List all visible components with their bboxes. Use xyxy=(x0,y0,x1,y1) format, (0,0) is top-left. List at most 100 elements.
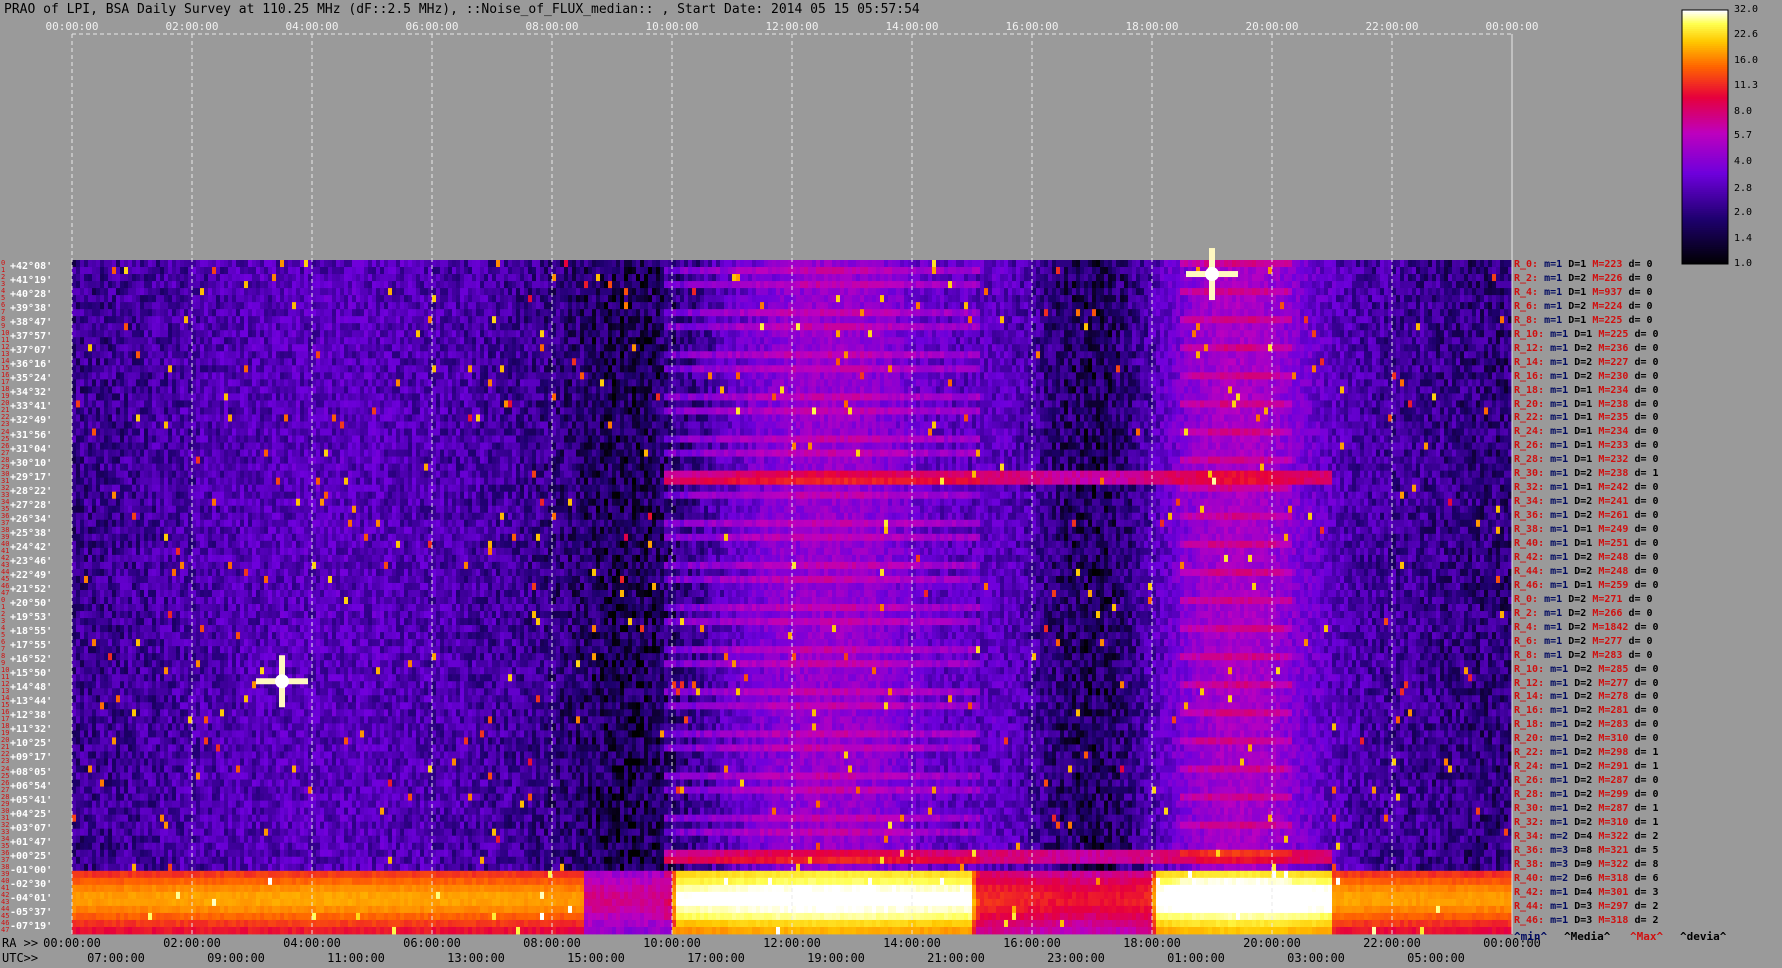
heatmap-cell xyxy=(460,295,465,303)
heatmap-cell xyxy=(604,309,609,317)
heatmap-cell xyxy=(592,274,597,282)
heatmap-cell xyxy=(100,337,105,345)
heatmap-cell xyxy=(1332,330,1337,338)
heatmap-cell xyxy=(1360,330,1365,338)
heatmap-cell xyxy=(632,274,637,282)
heatmap-cell xyxy=(220,288,225,296)
heatmap-cell xyxy=(1396,281,1401,289)
heatmap-cell xyxy=(392,351,397,359)
heatmap-cell xyxy=(920,295,925,303)
heatmap-cell xyxy=(444,267,449,275)
heatmap-cell xyxy=(740,309,745,317)
heatmap-cell xyxy=(768,351,773,359)
heatmap-cell xyxy=(448,316,453,324)
heatmap-cell xyxy=(432,281,437,289)
heatmap-cell xyxy=(1008,351,1013,359)
heatmap-cell xyxy=(1360,302,1365,310)
heatmap-cell xyxy=(1080,260,1085,268)
heatmap-cell xyxy=(212,337,217,345)
heatmap-cell xyxy=(452,302,457,310)
heatmap-cell xyxy=(828,302,833,310)
heatmap-cell xyxy=(288,295,293,303)
heatmap-cell xyxy=(432,337,437,345)
heatmap-cell xyxy=(244,330,249,338)
heatmap-cell xyxy=(988,316,993,324)
heatmap-cell xyxy=(936,351,941,359)
heatmap-cell xyxy=(1204,351,1209,359)
heatmap-cell xyxy=(948,351,953,359)
heatmap-cell xyxy=(1184,288,1189,296)
heatmap-cell xyxy=(680,309,685,317)
heatmap-cell xyxy=(860,288,865,296)
heatmap-cell xyxy=(1404,274,1409,282)
heatmap-cell xyxy=(1380,281,1385,289)
heatmap-cell xyxy=(1440,337,1445,345)
heatmap-cell xyxy=(1220,302,1225,310)
heatmap-cell xyxy=(600,267,605,275)
heatmap-cell xyxy=(436,316,441,324)
heatmap-cell xyxy=(312,267,317,275)
heatmap-cell xyxy=(584,295,589,303)
heatmap-cell xyxy=(1292,295,1297,303)
heatmap-cell xyxy=(1300,295,1305,303)
heatmap-cell xyxy=(1164,295,1169,303)
heatmap-cell xyxy=(332,344,337,352)
heatmap-cell xyxy=(484,351,489,359)
heatmap-cell xyxy=(224,302,229,310)
heatmap-cell xyxy=(1116,309,1121,317)
heatmap-cell xyxy=(1092,288,1097,296)
heatmap-cell xyxy=(812,337,817,345)
heatmap-cell xyxy=(540,281,545,289)
heatmap-cell xyxy=(300,330,305,338)
heatmap-cell xyxy=(848,337,853,345)
heatmap-cell xyxy=(1384,337,1389,345)
heatmap-cell xyxy=(1244,267,1249,275)
heatmap-cell xyxy=(1104,344,1109,352)
heatmap-cell xyxy=(392,288,397,296)
heatmap-cell xyxy=(320,316,325,324)
heatmap-cell xyxy=(116,288,121,296)
heatmap-cell xyxy=(804,288,809,296)
heatmap-cell xyxy=(888,323,893,331)
heatmap-cell xyxy=(700,330,705,338)
heatmap-cell xyxy=(376,337,381,345)
heatmap-cell xyxy=(104,344,109,352)
heatmap-cell xyxy=(940,260,945,268)
heatmap-cell xyxy=(660,330,665,338)
heatmap-cell xyxy=(976,288,981,296)
heatmap-cell xyxy=(1436,337,1441,345)
heatmap-cell xyxy=(488,337,493,345)
heatmap-cell xyxy=(708,302,713,310)
heatmap-cell xyxy=(832,344,837,352)
heatmap-cell xyxy=(724,295,729,303)
heatmap-cell xyxy=(1048,274,1053,282)
heatmap-cell xyxy=(740,302,745,310)
heatmap-cell xyxy=(920,267,925,275)
heatmap-cell xyxy=(260,351,265,359)
heatmap-cell xyxy=(1284,330,1289,338)
heatmap-cell xyxy=(492,260,497,268)
heatmap-cell xyxy=(820,316,825,324)
heatmap-cell xyxy=(172,309,177,317)
heatmap-cell xyxy=(140,309,145,317)
heatmap-cell xyxy=(372,260,377,268)
heatmap-cell xyxy=(552,295,557,303)
heatmap-cell xyxy=(1396,274,1401,282)
heatmap-cell xyxy=(1440,309,1445,317)
heatmap-cell xyxy=(1464,316,1469,324)
heatmap-cell xyxy=(1496,330,1501,338)
heatmap-cell xyxy=(460,302,465,310)
heatmap-cell xyxy=(484,330,489,338)
heatmap-cell xyxy=(508,281,513,289)
heatmap-cell xyxy=(1472,316,1477,324)
heatmap-cell xyxy=(1052,351,1057,359)
heatmap-cell xyxy=(228,295,233,303)
heatmap-cell xyxy=(1000,316,1005,324)
heatmap-cell xyxy=(1404,267,1409,275)
heatmap-cell xyxy=(644,337,649,345)
heatmap-cell xyxy=(1108,274,1113,282)
heatmap-cell xyxy=(1320,281,1325,289)
heatmap-cell xyxy=(432,330,437,338)
heatmap-cell xyxy=(1216,330,1221,338)
heatmap-cell xyxy=(996,302,1001,310)
